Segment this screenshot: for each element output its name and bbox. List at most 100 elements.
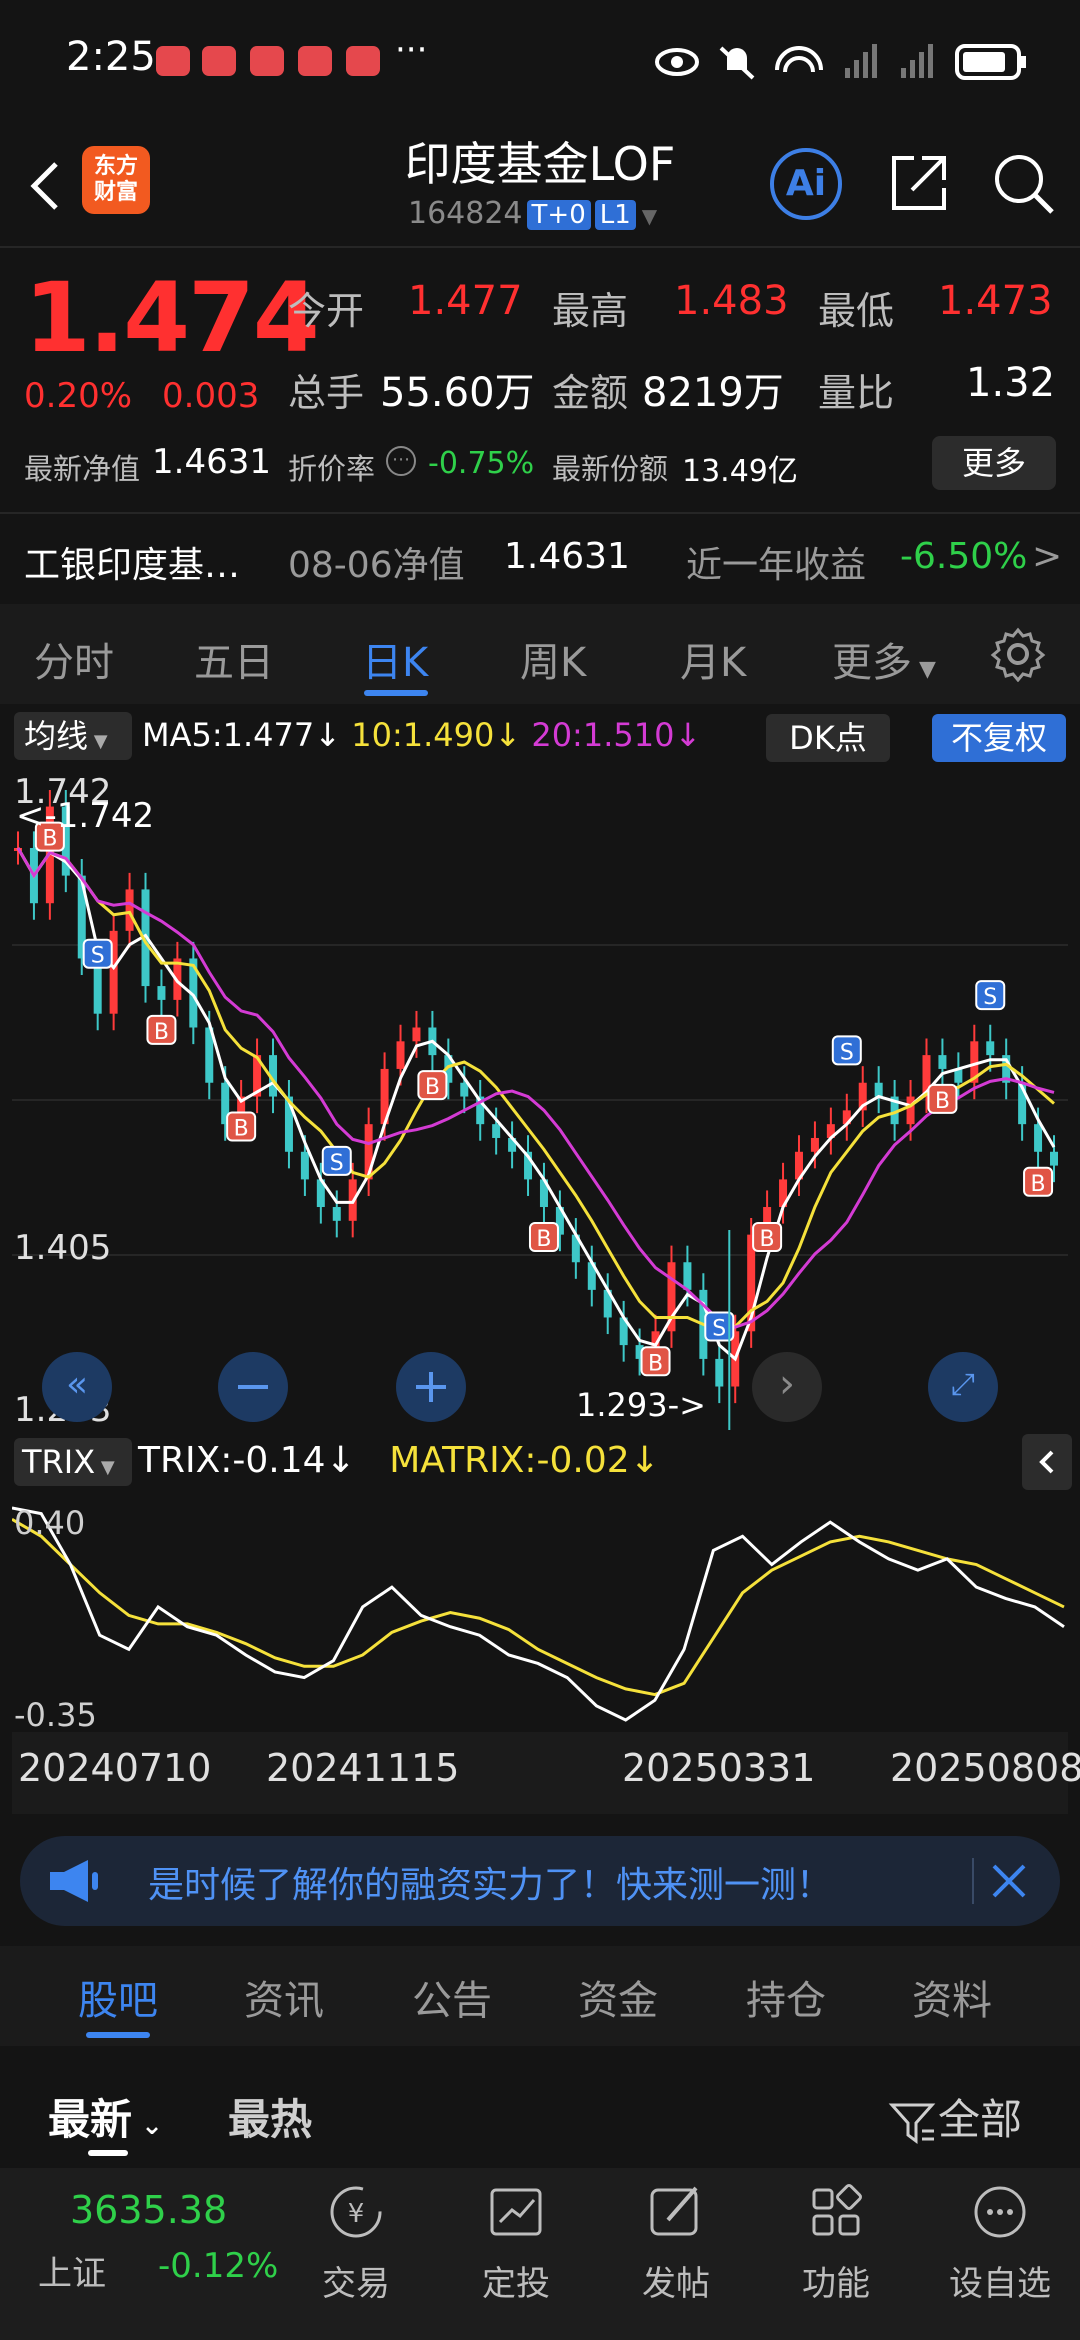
ma10-value: 10:1.490: [351, 716, 495, 754]
tab-profile[interactable]: 资料: [912, 1968, 992, 2026]
shares-label: 最新份额: [552, 452, 669, 486]
trix-chart[interactable]: [12, 1496, 1068, 1732]
tab-five-day[interactable]: 五日: [194, 630, 274, 688]
filter-button[interactable]: 全部: [888, 2086, 1022, 2147]
caret-down-icon: ▼: [88, 731, 108, 752]
zoom-out-icon[interactable]: [218, 1352, 288, 1422]
collapse-panel-icon[interactable]: [1022, 1434, 1072, 1490]
down-arrow-icon: ↓: [314, 716, 342, 754]
caret-down-icon: ▼: [912, 657, 936, 682]
date-tick: 20240710: [18, 1746, 212, 1790]
change-percent: 0.20%: [24, 376, 133, 416]
nav-functions-label: 功能: [802, 2264, 870, 2304]
tab-weekly-k[interactable]: 周K: [520, 630, 586, 688]
price-change: 0.20% 0.003: [24, 376, 289, 416]
indicator-select[interactable]: 均线 ▼: [14, 712, 132, 760]
filter-label: 全部: [938, 2095, 1023, 2144]
notification-icon: [250, 46, 284, 76]
l1-badge[interactable]: L1: [594, 200, 636, 230]
more-circle-icon: [974, 2186, 1026, 2238]
max-marker: <-1.742: [16, 796, 155, 836]
sub-indicator-select[interactable]: TRIX ▼: [14, 1438, 132, 1486]
fund-code: 164824: [408, 196, 523, 231]
nav-date-value: 1.4631: [504, 536, 630, 577]
low-value: 1.473: [938, 278, 1053, 324]
sell-marker-label: S: [840, 1040, 854, 1065]
candle-body: [906, 1096, 915, 1125]
nav-functions[interactable]: 功能: [766, 2180, 906, 2305]
ma-values: MA5:1.477↓ 10:1.490↓ 20:1.510↓: [142, 716, 701, 754]
search-icon[interactable]: [990, 150, 1056, 216]
promo-text: 是时候了解你的融资实力了！快来测一测！: [148, 1865, 833, 1906]
candle-body: [332, 1207, 341, 1221]
date-tick: 20241115: [266, 1746, 460, 1790]
trix-line: [12, 1506, 1065, 1722]
ai-button[interactable]: Ai: [770, 148, 842, 220]
indicator-label: 均线: [24, 717, 89, 755]
tab-more[interactable]: 更多 ▼: [832, 630, 936, 688]
scroll-right-icon[interactable]: ›: [752, 1352, 822, 1422]
tab-daily-k[interactable]: 日K: [362, 630, 428, 688]
tab-monthly-k[interactable]: 月K: [680, 630, 746, 688]
sort-latest[interactable]: 最新 ⌄: [48, 2086, 163, 2147]
open-value: 1.477: [408, 278, 523, 324]
tab-announcements[interactable]: 公告: [412, 1968, 492, 2026]
sort-hot[interactable]: 最热: [228, 2086, 312, 2147]
tab-intraday[interactable]: 分时: [34, 630, 114, 688]
candle-body: [874, 1082, 883, 1097]
t0-badge: T+0: [526, 200, 591, 230]
ma5-value: MA5:1.477: [142, 716, 315, 754]
trix-y-min: -0.35: [14, 1696, 97, 1734]
ratio-label: 量比: [818, 371, 895, 415]
fund-info-row[interactable]: 工银印度基… 08-06净值 1.4631 近一年收益 -6.50% >: [24, 530, 1064, 590]
trix-values: TRIX:-0.14↓ MATRIX:-0.02↓: [138, 1440, 660, 1481]
tab-news[interactable]: 资讯: [244, 1968, 324, 2026]
date-tick: 20250331: [622, 1746, 816, 1790]
index-value: 3635.38: [70, 2188, 228, 2232]
ma10-line: [16, 847, 1055, 1333]
info-icon[interactable]: ⋯: [386, 446, 416, 476]
high-label: 最高: [552, 289, 629, 333]
zoom-in-icon[interactable]: [396, 1352, 466, 1422]
yield-value: -6.50%: [900, 536, 1028, 577]
index-ticker[interactable]: 3635.38: [70, 2188, 227, 2232]
gear-icon[interactable]: [990, 626, 1046, 682]
nav-invest[interactable]: 定投: [446, 2180, 586, 2305]
nav-watchlist[interactable]: 设自选: [930, 2180, 1070, 2305]
tab-holdings[interactable]: 持仓: [746, 1968, 826, 2026]
nav-post[interactable]: 发帖: [606, 2180, 746, 2305]
tab-guba[interactable]: 股吧: [78, 1968, 158, 2026]
nav-watchlist-label: 设自选: [949, 2264, 1051, 2304]
nav-trade[interactable]: ¥ 交易: [286, 2180, 426, 2305]
more-button[interactable]: 更多: [932, 436, 1056, 490]
candle-body: [412, 1027, 421, 1042]
candle-body: [300, 1151, 309, 1180]
matrix-line: [12, 1518, 1065, 1697]
promo-banner[interactable]: 是时候了解你的融资实力了！快来测一测！: [20, 1836, 1060, 1926]
share-icon[interactable]: [888, 152, 950, 214]
low-label: 最低: [818, 289, 895, 333]
open-label: 今开: [288, 289, 365, 333]
amount-label: 金额: [552, 371, 629, 415]
kline-chart[interactable]: BSBBSBBBSBSBSB: [12, 770, 1068, 1430]
sell-marker-label: S: [91, 944, 105, 969]
nav-trade-label: 交易: [322, 2264, 390, 2304]
scroll-left-icon[interactable]: «: [42, 1352, 112, 1422]
sell-marker-label: S: [330, 1151, 344, 1176]
svg-text:¥: ¥: [348, 2199, 365, 2229]
chevron-down-icon[interactable]: ▼: [642, 204, 657, 228]
buy-marker-label: B: [234, 1117, 249, 1142]
divider: [0, 246, 1080, 248]
tab-funds-flow[interactable]: 资金: [578, 1968, 658, 2026]
buy-marker-label: B: [154, 1020, 169, 1045]
fullscreen-icon[interactable]: ⤢: [928, 1352, 998, 1422]
candle-body: [396, 1041, 405, 1069]
date-tick: 20250808: [890, 1746, 1080, 1790]
no-adjust-button[interactable]: 不复权: [932, 714, 1066, 762]
status-time: 2:25: [66, 34, 156, 80]
down-arrow-icon: ↓: [494, 716, 522, 754]
shares-value: 13.49亿: [682, 454, 798, 489]
dk-point-button[interactable]: DK点: [766, 714, 890, 762]
notification-icon: [202, 46, 236, 76]
close-icon[interactable]: [990, 1862, 1028, 1900]
